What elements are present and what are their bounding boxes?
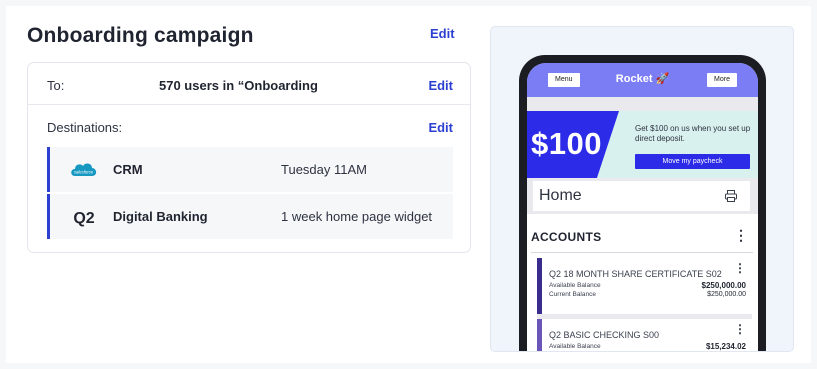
edit-campaign-link[interactable]: Edit: [430, 26, 455, 41]
salesforce-logo-icon: salesforce: [68, 159, 100, 181]
mobile-preview-panel: Menu Rocket 🚀 More $100 Get $100 on us wh…: [490, 26, 794, 352]
campaign-details-card: To: 570 users in “Onboarding Edit Destin…: [27, 62, 471, 253]
destination-name: Digital Banking: [113, 209, 208, 224]
rocket-icon: 🚀: [655, 73, 670, 85]
promo-amount-panel: $100: [527, 111, 619, 178]
destination-name: CRM: [113, 162, 143, 177]
account-menu-icon[interactable]: ⋮: [734, 261, 746, 275]
destination-row-digital-banking[interactable]: Q2 Digital Banking 1 week home page widg…: [47, 194, 453, 239]
svg-text:salesforce: salesforce: [74, 169, 94, 174]
home-title: Home: [539, 187, 582, 204]
edit-audience-link[interactable]: Edit: [428, 78, 453, 93]
available-balance-value: $15,234.02: [705, 342, 746, 351]
printer-icon[interactable]: [724, 189, 738, 203]
account-name: Q2 BASIC CHECKING S00: [549, 330, 660, 340]
phone-frame: Menu Rocket 🚀 More $100 Get $100 on us wh…: [519, 55, 766, 351]
edit-destinations-link[interactable]: Edit: [428, 120, 453, 135]
accounts-heading: ACCOUNTS: [531, 230, 602, 244]
account-card[interactable]: Q2 18 MONTH SHARE CERTIFICATE S02 ⋮ Avai…: [537, 258, 752, 314]
destination-schedule: 1 week home page widget: [281, 209, 433, 224]
current-balance-value: $250,000.00: [707, 291, 746, 298]
page-title: Onboarding campaign: [27, 24, 254, 47]
account-menu-icon[interactable]: ⋮: [734, 322, 746, 336]
promo-amount: $100: [531, 126, 602, 161]
audience-row: To: 570 users in “Onboarding Edit: [28, 63, 470, 105]
current-balance-label: Current Balance: [549, 291, 596, 298]
destination-row-crm[interactable]: salesforce CRM Tuesday 11AM: [47, 147, 453, 192]
svg-text:Q2: Q2: [73, 210, 94, 227]
available-balance-value: $250,000.00: [701, 281, 747, 290]
audience-label: To:: [47, 78, 65, 93]
more-button[interactable]: More: [707, 73, 737, 87]
brand-name: Rocket: [615, 73, 653, 85]
spacer-band: [527, 97, 758, 111]
campaign-page: Onboarding campaign Edit To: 570 users i…: [6, 6, 811, 363]
destination-schedule: Tuesday 11AM: [281, 162, 367, 177]
promo-text: Get $100 on us when you set up direct de…: [635, 124, 751, 143]
home-header: Home: [533, 181, 750, 211]
app-bar: Menu Rocket 🚀 More: [527, 63, 758, 97]
accounts-menu-icon[interactable]: ⋮: [734, 227, 748, 244]
destinations-label: Destinations:: [47, 120, 123, 135]
available-balance-label: Available Balance: [549, 343, 601, 350]
phone-screen: Menu Rocket 🚀 More $100 Get $100 on us wh…: [527, 63, 758, 351]
account-card[interactable]: Q2 BASIC CHECKING S00 ⋮ Available Balanc…: [537, 319, 752, 351]
audience-value: 570 users in “Onboarding: [159, 78, 318, 93]
available-balance-label: Available Balance: [549, 282, 601, 289]
move-paycheck-button[interactable]: Move my paycheck: [635, 154, 750, 169]
account-name: Q2 18 MONTH SHARE CERTIFICATE S02: [549, 269, 722, 279]
q2-logo-icon: Q2: [68, 206, 100, 228]
accounts-divider: [531, 252, 753, 253]
promo-banner: $100 Get $100 on us when you set up dire…: [527, 111, 758, 178]
